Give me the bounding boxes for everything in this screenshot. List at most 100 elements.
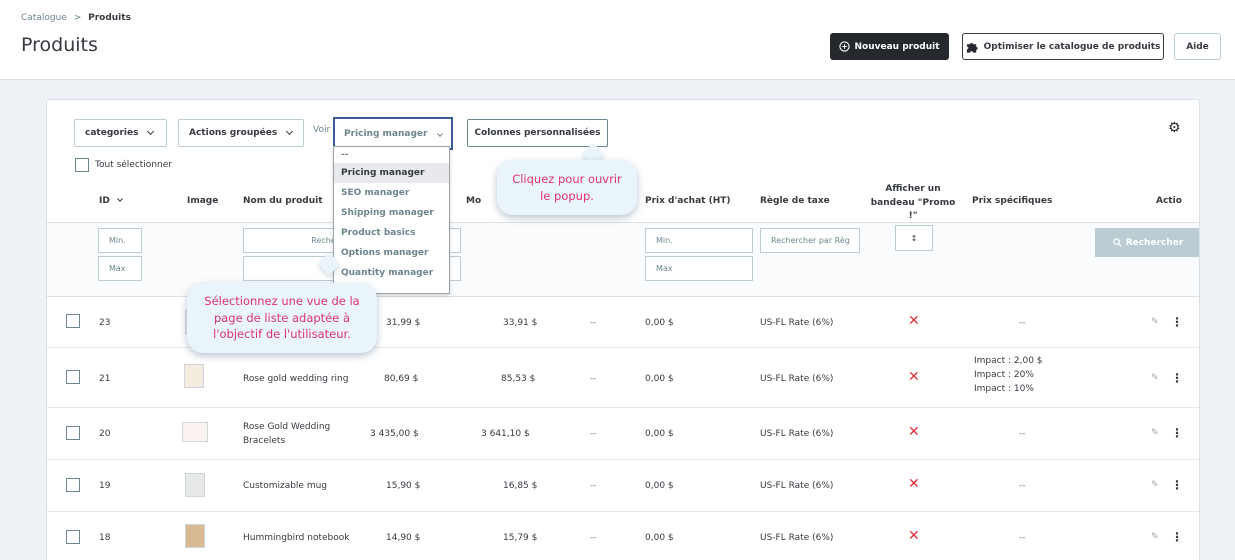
- product-thumbnail[interactable]: [182, 422, 208, 442]
- column-header-price[interactable]: Mo: [466, 196, 481, 206]
- product-id: 18: [99, 533, 111, 543]
- table-row[interactable]: 21 Rose gold wedding ring 80,69 $ 85,53 …: [47, 348, 1199, 408]
- edit-icon[interactable]: ✎: [1151, 317, 1159, 327]
- product-name[interactable]: Rose Gold Wedding Bracelets: [243, 420, 343, 449]
- column-header-specific-prices: Prix spécifiques: [972, 196, 1053, 206]
- x-mark-icon[interactable]: ✕: [908, 424, 920, 440]
- gear-icon[interactable]: ⚙: [1168, 121, 1183, 136]
- tax-search-input[interactable]: Rechercher par Règ: [760, 228, 860, 253]
- column-header-id[interactable]: ID: [99, 196, 123, 206]
- product-price-ttc: 16,85 $: [503, 481, 538, 491]
- view-option-options-manager[interactable]: Options manager: [334, 243, 449, 263]
- product-tax-rule[interactable]: US-FL Rate (6%): [760, 318, 833, 328]
- product-purchase-price[interactable]: 0,00 $: [645, 374, 674, 384]
- product-tax-rule[interactable]: US-FL Rate (6%): [760, 481, 833, 491]
- product-purchase-price[interactable]: 0,00 $: [645, 533, 674, 543]
- column-header-image: Image: [187, 196, 219, 206]
- view-option-pricing-manager[interactable]: Pricing manager: [334, 163, 449, 183]
- product-name[interactable]: Customizable mug: [243, 481, 327, 491]
- product-tax-rule[interactable]: US-FL Rate (6%): [760, 374, 833, 384]
- select-all-label: Tout sélectionner: [95, 160, 172, 170]
- purchase-max-input[interactable]: Max: [645, 256, 753, 281]
- breadcrumb: Catalogue > Produits: [21, 13, 131, 23]
- promo-filter-select[interactable]: ↕: [895, 225, 933, 251]
- sort-chevron-icon: [117, 196, 123, 202]
- edit-icon[interactable]: ✎: [1151, 532, 1159, 542]
- kebab-icon[interactable]: ⋮: [1171, 478, 1183, 492]
- kebab-icon[interactable]: ⋮: [1171, 315, 1183, 329]
- product-purchase-price[interactable]: 0,00 $: [645, 429, 674, 439]
- puzzle-icon: [966, 42, 978, 53]
- select-all-checkbox[interactable]: [75, 158, 89, 172]
- product-purchase-price[interactable]: 0,00 $: [645, 318, 674, 328]
- product-tax-rule[interactable]: US-FL Rate (6%): [760, 533, 833, 543]
- plus-circle-icon: [839, 41, 851, 52]
- callout-popup: Cliquez pour ouvrir le popup.: [497, 160, 637, 215]
- id-min-input[interactable]: Min.: [98, 228, 142, 253]
- product-price-ttc: 85,53 $: [501, 374, 536, 384]
- custom-columns-button[interactable]: Colonnes personnalisées: [467, 119, 608, 147]
- column-header-tax-rule[interactable]: Règle de taxe: [760, 196, 830, 206]
- product-thumbnail[interactable]: [185, 524, 205, 548]
- specific-price: --: [1019, 481, 1026, 491]
- x-mark-icon[interactable]: ✕: [908, 476, 920, 492]
- product-name[interactable]: Hummingbird notebook: [243, 533, 349, 543]
- row-checkbox[interactable]: [66, 370, 80, 384]
- breadcrumb-current: Produits: [88, 13, 131, 23]
- kebab-icon[interactable]: ⋮: [1171, 530, 1183, 544]
- product-price[interactable]: 3 435,00 $: [370, 429, 419, 439]
- product-name[interactable]: Rose gold wedding ring: [243, 374, 348, 384]
- product-col3: --: [590, 533, 597, 543]
- table-row[interactable]: 20 Rose Gold Wedding Bracelets 3 435,00 …: [47, 408, 1199, 460]
- optimize-catalog-button[interactable]: Optimiser le catalogue de produits: [962, 33, 1164, 60]
- product-price[interactable]: 80,69 $: [384, 374, 418, 384]
- row-checkbox[interactable]: [66, 426, 80, 440]
- categories-dropdown[interactable]: categories: [74, 119, 167, 147]
- view-option[interactable]: --: [334, 147, 449, 163]
- product-tax-rule[interactable]: US-FL Rate (6%): [760, 429, 833, 439]
- product-purchase-price[interactable]: 0,00 $: [645, 481, 674, 491]
- optimize-catalog-label: Optimiser le catalogue de produits: [983, 41, 1161, 52]
- table-row[interactable]: 19 Customizable mug 15,90 $ 16,85 $ -- 0…: [47, 460, 1199, 512]
- bulk-actions-label: Actions groupées: [189, 128, 278, 138]
- kebab-icon[interactable]: ⋮: [1171, 426, 1183, 440]
- new-product-label: Nouveau produit: [854, 41, 940, 52]
- product-thumbnail[interactable]: [185, 473, 205, 497]
- kebab-icon[interactable]: ⋮: [1171, 371, 1183, 385]
- product-id: 20: [99, 429, 111, 439]
- view-dropdown-menu: -- Pricing manager SEO manager Shipping …: [333, 146, 450, 294]
- product-col3: --: [590, 374, 597, 384]
- select-all[interactable]: Tout sélectionner: [75, 158, 172, 172]
- table-row[interactable]: 18 Hummingbird notebook 14,90 $ 15,79 $ …: [47, 512, 1199, 560]
- specific-price: Impact : 2,00 $: [974, 356, 1043, 366]
- product-price[interactable]: 15,90 $: [386, 481, 420, 491]
- view-option-quantity-manager[interactable]: Quantity manager: [334, 263, 449, 283]
- purchase-min-input[interactable]: Min.: [645, 228, 753, 253]
- row-checkbox[interactable]: [66, 314, 80, 328]
- id-max-input[interactable]: Max: [98, 256, 142, 281]
- view-option-seo-manager[interactable]: SEO manager: [334, 183, 449, 203]
- column-header-actions: Actio: [1156, 196, 1182, 206]
- x-mark-icon[interactable]: ✕: [908, 313, 920, 329]
- edit-icon[interactable]: ✎: [1151, 428, 1159, 438]
- view-option-product-basics[interactable]: Product basics: [334, 223, 449, 243]
- edit-icon[interactable]: ✎: [1151, 480, 1159, 490]
- view-label: Voir: [313, 125, 331, 135]
- help-button[interactable]: Aide: [1174, 33, 1221, 60]
- product-price[interactable]: 31,99 $: [386, 318, 420, 328]
- search-button[interactable]: Rechercher: [1095, 228, 1199, 257]
- new-product-button[interactable]: Nouveau produit: [830, 33, 949, 60]
- edit-icon[interactable]: ✎: [1151, 373, 1159, 383]
- row-checkbox[interactable]: [66, 478, 80, 492]
- x-mark-icon[interactable]: ✕: [908, 528, 920, 544]
- view-option-shipping-manager[interactable]: Shipping manager: [334, 203, 449, 223]
- breadcrumb-parent[interactable]: Catalogue: [21, 13, 67, 23]
- product-price[interactable]: 14,90 $: [386, 533, 420, 543]
- row-checkbox[interactable]: [66, 530, 80, 544]
- bulk-actions-dropdown[interactable]: Actions groupées: [178, 119, 304, 147]
- product-thumbnail[interactable]: [184, 364, 204, 388]
- search-button-label: Rechercher: [1125, 237, 1184, 248]
- x-mark-icon[interactable]: ✕: [908, 369, 920, 385]
- column-header-name[interactable]: Nom du produit: [243, 196, 323, 206]
- column-header-purchase-price[interactable]: Prix d'achat (HT): [645, 196, 730, 206]
